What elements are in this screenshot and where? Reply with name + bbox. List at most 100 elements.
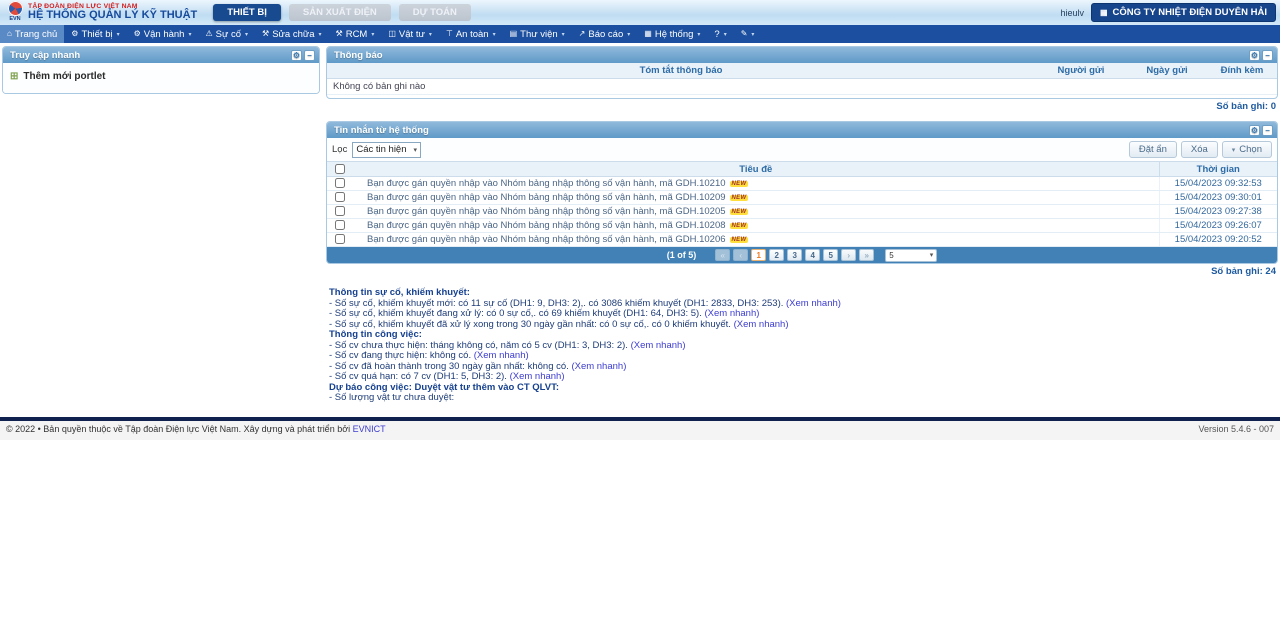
title-block: TẬP ĐOÀN ĐIỆN LỰC VIỆT NAM HỆ THỐNG QUẢN… (28, 3, 197, 22)
row-checkbox-cell (327, 233, 353, 247)
materials-icon: ◫ (388, 30, 396, 38)
message-title-cell[interactable]: Bạn được gán quyền nhập vào Nhóm bảng nh… (353, 191, 1159, 205)
filter-select[interactable]: Các tin hiện ▾ (352, 142, 421, 158)
select-all-header (327, 162, 353, 177)
collapse-button[interactable]: − (304, 50, 315, 61)
summary-item: - Số cv quá hạn: có 7 cv (DH1: 5, DH3: 2… (329, 372, 1278, 383)
nav-item-trang-chu[interactable]: ⌂Trang chủ (0, 25, 64, 43)
nav-item-bao-cao[interactable]: ↗Báo cáo▾ (572, 25, 638, 43)
collapse-button[interactable]: − (1262, 125, 1273, 136)
quick-view-link[interactable]: (Xem nhanh) (704, 308, 759, 319)
messages-header: Tin nhắn từ hệ thống ⚙ − (327, 122, 1277, 138)
message-title: Bạn được gán quyền nhập vào Nhóm bảng nh… (367, 206, 726, 217)
chevron-down-icon: ▾ (724, 31, 727, 38)
tab-san-xuat-dien[interactable]: SẢN XUẤT ĐIỆN (289, 4, 391, 21)
message-title-cell[interactable]: Bạn được gán quyền nhập vào Nhóm bảng nh… (353, 233, 1159, 247)
nav-item-thiet-bi[interactable]: ⚙Thiết bị▾ (64, 25, 126, 43)
page-buttons: 12345 (751, 249, 838, 261)
quick-view-link[interactable]: (Xem nhanh) (631, 340, 686, 351)
button-label: Xóa (1191, 144, 1208, 155)
nav-item-he-thong[interactable]: ▦Hệ thống▾ (637, 25, 707, 43)
col-title: Tiêu đề (353, 162, 1159, 177)
page-button-2[interactable]: 2 (769, 249, 784, 261)
messages-toolbar: Lọc Các tin hiện ▾ Đặt ẩn Xóa ▾Chọn (327, 138, 1277, 161)
nav-item-edit[interactable]: ✎▾ (734, 25, 762, 43)
messages-record-count: Số bản ghi: 24 (326, 264, 1278, 277)
summary-item-text: - Số sự cố, khiếm khuyết mới: có 11 sự c… (329, 298, 786, 309)
notices-empty-text: Không có bản ghi nào (327, 78, 1277, 94)
page-button-1[interactable]: 1 (751, 249, 766, 261)
quick-access-body: ⊞ Thêm mới portlet (3, 63, 319, 93)
tab-thiet-bi[interactable]: THIẾT BỊ (213, 4, 281, 21)
quick-view-link[interactable]: (Xem nhanh) (510, 371, 565, 382)
next-page-button[interactable]: › (841, 249, 856, 261)
nav-item-su-co[interactable]: ⚠Sự cố▾ (198, 25, 255, 43)
company-button[interactable]: ▦ CÔNG TY NHIỆT ĐIỆN DUYÊN HẢI (1091, 3, 1276, 22)
right-column: Thông báo ⚙ − Tóm tắt thông báo Người gử… (326, 46, 1278, 404)
message-time-cell: 15/04/2023 09:20:52 (1159, 233, 1277, 247)
page-button-4[interactable]: 4 (805, 249, 820, 261)
quick-view-link[interactable]: (Xem nhanh) (786, 298, 841, 309)
evn-logo-text: EVN (4, 16, 26, 22)
row-checkbox[interactable] (335, 220, 345, 230)
message-time-cell: 15/04/2023 09:26:07 (1159, 219, 1277, 233)
message-title-cell[interactable]: Bạn được gán quyền nhập vào Nhóm bảng nh… (353, 177, 1159, 191)
select-all-checkbox[interactable] (335, 164, 345, 174)
book-icon: ▤ (510, 30, 518, 38)
row-checkbox-cell (327, 191, 353, 205)
page-button-3[interactable]: 3 (787, 249, 802, 261)
quick-access-header: Truy cập nhanh ⚙ − (3, 47, 319, 63)
module-tabs: THIẾT BỊ SẢN XUẤT ĐIỆN DỰ TOÁN (213, 4, 471, 21)
new-badge: NEW (730, 223, 749, 229)
evnict-link[interactable]: EVNICT (353, 424, 386, 434)
quick-view-link[interactable]: (Xem nhanh) (474, 350, 529, 361)
collapse-button[interactable]: − (1262, 50, 1273, 61)
nav-item-rcm[interactable]: ⚒RCM▾ (329, 25, 382, 43)
quick-access-title: Truy cập nhanh (10, 50, 80, 61)
add-portlet-button[interactable]: ⊞ Thêm mới portlet (10, 71, 312, 82)
row-checkbox[interactable] (335, 206, 345, 216)
col-sent-date: Ngày gửi (1127, 63, 1207, 78)
col-attachment: Đính kèm (1207, 63, 1277, 78)
nav-item-help[interactable]: ?▾ (707, 25, 733, 43)
prev-page-button[interactable]: ‹ (733, 249, 748, 261)
row-checkbox[interactable] (335, 234, 345, 244)
row-checkbox[interactable] (335, 178, 345, 188)
quick-view-link[interactable]: (Xem nhanh) (734, 319, 789, 330)
summary-heading: Dự báo công việc: Duyệt vật tư thêm vào … (329, 383, 1278, 394)
page-size-select[interactable]: 5 ▾ (885, 249, 937, 262)
quick-view-link[interactable]: (Xem nhanh) (571, 361, 626, 372)
nav-item-sua-chua[interactable]: ⚒Sửa chữa▾ (255, 25, 328, 43)
filter-label: Lọc (332, 144, 347, 155)
chevron-down-icon: ▾ (429, 31, 432, 38)
last-page-button[interactable]: » (859, 249, 874, 261)
nav-item-thu-vien[interactable]: ▤Thư viện▾ (503, 25, 572, 43)
nav-item-an-toan[interactable]: ⊤An toàn▾ (439, 25, 503, 43)
nav-item-label: Thư viện (520, 29, 558, 40)
nav-item-van-hanh[interactable]: ⚙Vận hành▾ (127, 25, 199, 43)
copyright: © 2022 • Bản quyền thuộc về Tập đoàn Điệ… (6, 424, 386, 434)
pencil-icon: ✎ (741, 30, 748, 38)
dat-an-button[interactable]: Đặt ẩn (1129, 141, 1177, 158)
first-page-button[interactable]: « (715, 249, 730, 261)
notices-table-header-row: Tóm tắt thông báo Người gửi Ngày gửi Đín… (327, 63, 1277, 78)
gear-button[interactable]: ⚙ (1249, 50, 1260, 61)
chevron-down-icon: ▾ (245, 31, 248, 38)
paginator: (1 of 5) « ‹ 12345 › » 5 ▾ (327, 247, 1277, 263)
xoa-button[interactable]: Xóa (1181, 141, 1218, 158)
chevron-down-icon: ▾ (493, 31, 496, 38)
message-title-cell[interactable]: Bạn được gán quyền nhập vào Nhóm bảng nh… (353, 205, 1159, 219)
col-summary: Tóm tắt thông báo (327, 63, 1035, 78)
wrench-icon: ⚒ (336, 30, 343, 38)
chon-button[interactable]: ▾Chọn (1222, 141, 1272, 158)
gear-button[interactable]: ⚙ (291, 50, 302, 61)
nav-item-vat-tu[interactable]: ◫Vật tư▾ (381, 25, 438, 43)
tab-du-toan[interactable]: DỰ TOÁN (399, 4, 471, 21)
message-title-cell[interactable]: Bạn được gán quyền nhập vào Nhóm bảng nh… (353, 219, 1159, 233)
summary-block: Thông tin sự cố, khiếm khuyết:- Số sự cố… (326, 288, 1278, 404)
nav-item-label: An toàn (456, 29, 489, 40)
gear-button[interactable]: ⚙ (1249, 125, 1260, 136)
row-checkbox[interactable] (335, 192, 345, 202)
top-bar: EVN TẬP ĐOÀN ĐIỆN LỰC VIỆT NAM HỆ THỐNG … (0, 0, 1280, 25)
page-button-5[interactable]: 5 (823, 249, 838, 261)
